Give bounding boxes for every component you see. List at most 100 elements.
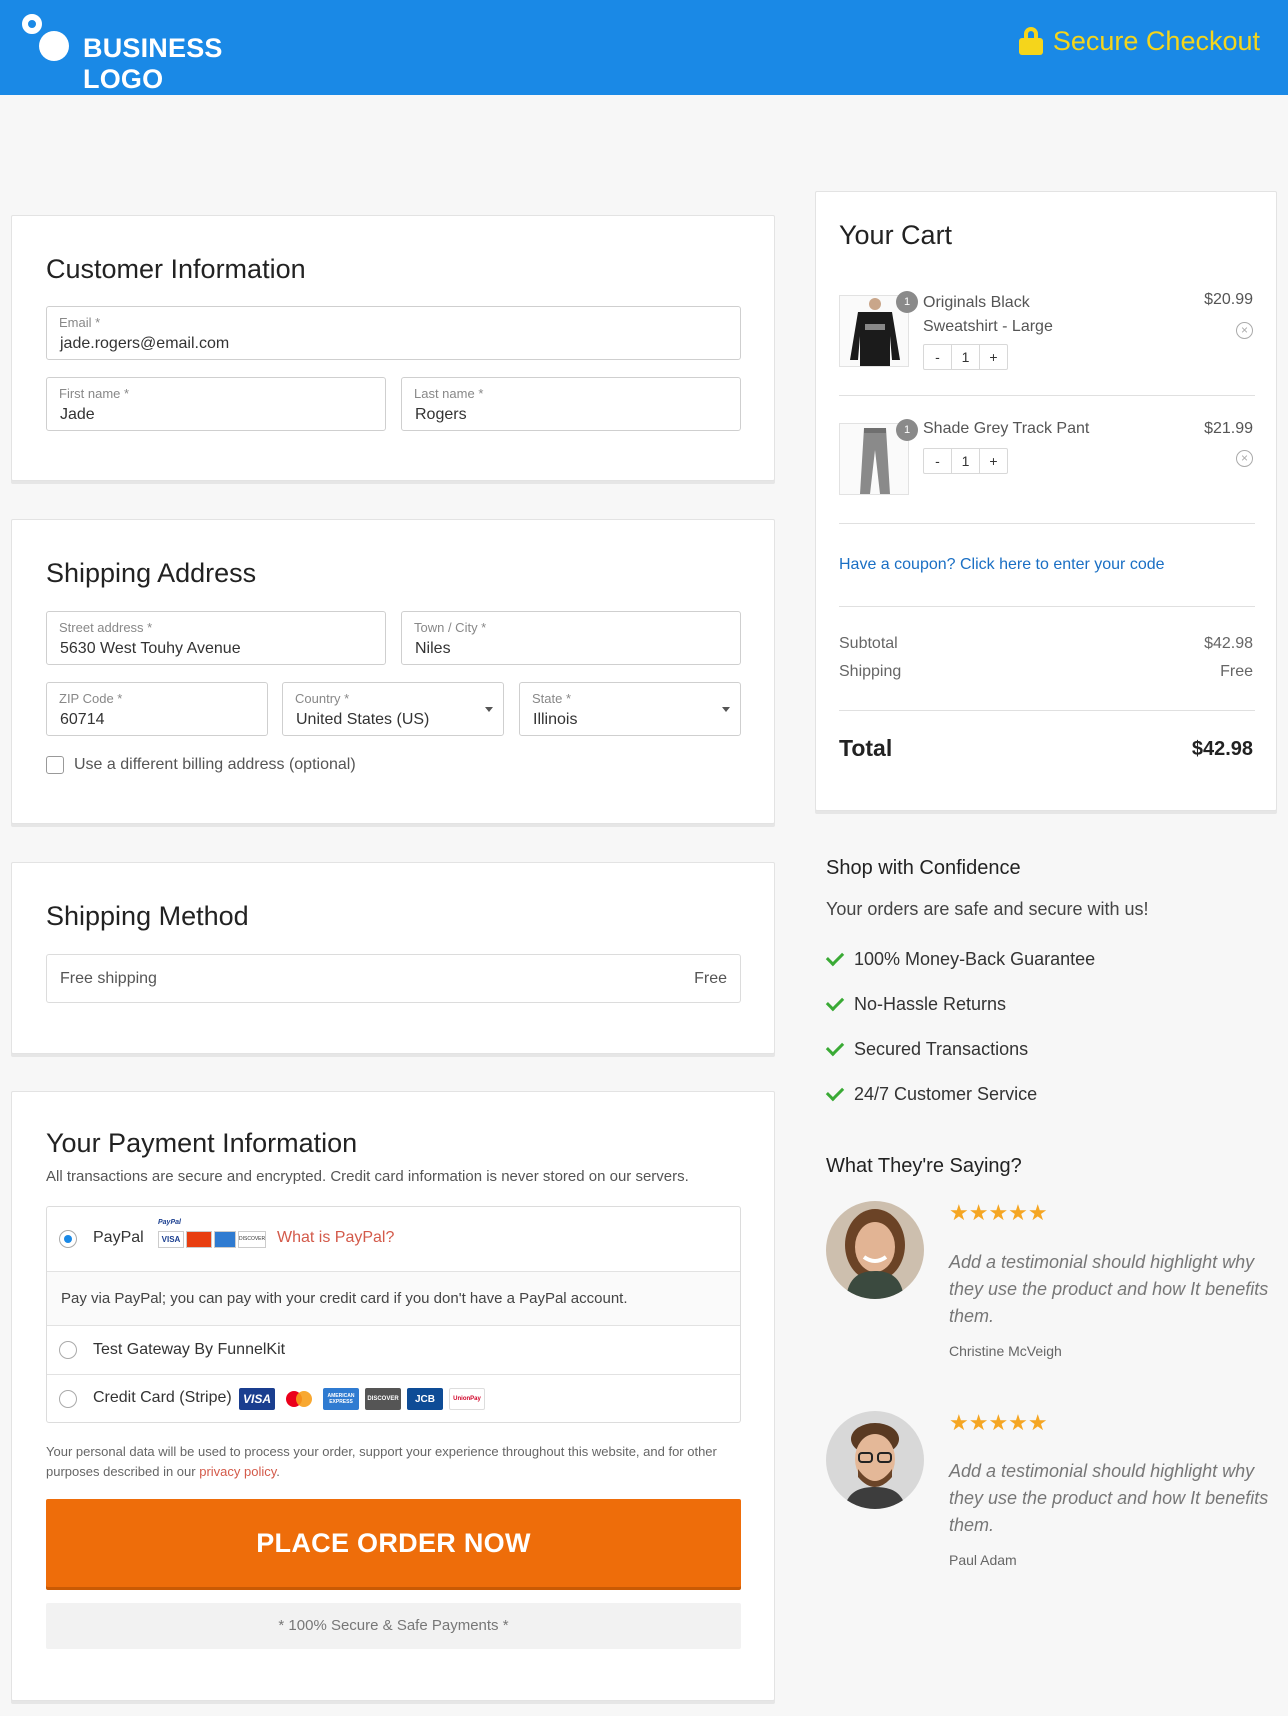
quantity-stepper[interactable]: - 1 + [923,448,1008,474]
quantity-value[interactable]: 1 [951,345,980,369]
last-name-field[interactable]: Last name * Rogers [401,377,741,431]
city-value: Niles [415,640,451,657]
cart-item-quantity-badge: 1 [896,419,918,441]
payment-option-stripe[interactable]: Credit Card (Stripe) VISA AMERICAN EXPRE… [47,1375,740,1423]
zip-field[interactable]: ZIP Code * 60714 [46,682,268,736]
payment-option-paypal[interactable]: PayPal PayPal VISA DISCOVER What is PayP… [47,1207,740,1272]
testimonial-author: Paul Adam [949,1552,1017,1568]
quantity-value[interactable]: 1 [951,449,980,473]
remove-item-icon[interactable]: × [1236,450,1253,467]
section-title-payment: Your Payment Information [46,1128,358,1158]
what-is-paypal-link[interactable]: What is PayPal? [277,1229,394,1247]
shipping-option-free[interactable]: Free shipping Free [46,954,741,1003]
city-field[interactable]: Town / City * Niles [401,611,741,665]
country-value: United States (US) [296,711,430,728]
privacy-text: Your personal data will be used to proce… [46,1444,717,1479]
street-address-label: Street address * [59,620,153,635]
privacy-text-end: . [276,1464,280,1479]
discover-card-icon: DISCOVER [365,1388,401,1410]
check-icon [825,1037,845,1057]
total-value: $42.98 [1191,738,1253,760]
avatar [826,1201,924,1299]
cart-divider [839,395,1255,396]
paypal-brand-text: PayPal [158,1219,181,1226]
cart-item-price: $20.99 [1204,291,1253,308]
email-label: Email * [59,315,101,330]
cart-item-quantity-badge: 1 [896,291,918,313]
amex-mini-icon [214,1231,236,1248]
decrease-quantity-button[interactable]: - [924,345,951,369]
cart-divider [839,523,1255,524]
decrease-quantity-button[interactable]: - [924,449,951,473]
avatar [826,1411,924,1509]
paypal-description: Pay via PayPal; you can pay with your cr… [47,1272,740,1326]
lock-icon [1018,27,1043,55]
cart-title: Your Cart [839,220,953,250]
state-value: Illinois [533,711,578,728]
stripe-radio[interactable] [59,1390,77,1408]
country-label: Country * [295,691,350,706]
confidence-subtitle: Your orders are safe and secure with us! [826,899,1149,919]
stripe-label: Credit Card (Stripe) [93,1389,232,1406]
rating-stars: ★★★★★ [949,1410,1048,1435]
secure-checkout-label: Secure Checkout [1052,25,1260,56]
state-label: State * [532,691,572,706]
cart-divider [839,606,1255,607]
place-order-button[interactable]: PLACE ORDER NOW [46,1499,741,1587]
section-title-customer: Customer Information [46,254,306,284]
check-icon [825,1082,845,1102]
zip-label: ZIP Code * [59,691,123,706]
secure-checkout-badge: Secure Checkout [1018,25,1260,56]
testimonials-title: What They're Saying? [826,1155,1022,1177]
jcb-card-icon: JCB [407,1388,443,1410]
testimonial-text: Add a testimonial should highlight why t… [949,1461,1269,1535]
first-name-value: Jade [60,406,95,423]
last-name-value: Rogers [415,406,467,423]
quantity-stepper[interactable]: - 1 + [923,344,1008,370]
section-title-shipping-method: Shipping Method [46,901,249,931]
amex-card-icon: AMERICAN EXPRESS [323,1388,359,1410]
logo-ring-icon [22,14,42,34]
rating-stars: ★★★★★ [949,1200,1048,1225]
subtotal-value: $42.98 [1204,635,1253,652]
paypal-description-text: Pay via PayPal; you can pay with your cr… [61,1290,628,1307]
mastercard-mini-icon [186,1231,212,1248]
first-name-field[interactable]: First name * Jade [46,377,386,431]
increase-quantity-button[interactable]: + [980,449,1007,473]
test-gateway-radio[interactable] [59,1341,77,1359]
visa-mini-icon: VISA [158,1231,184,1248]
remove-item-icon[interactable]: × [1236,322,1253,339]
total-label: Total [839,735,893,761]
shipping-option-label: Free shipping [60,970,157,987]
site-header: BUSINESS LOGO Secure Checkout [0,0,1288,95]
email-field[interactable]: Email * jade.rogers@email.com [46,306,741,360]
street-address-field[interactable]: Street address * 5630 West Touhy Avenue [46,611,386,665]
shipping-option-price: Free [694,970,727,987]
payment-option-test-gateway[interactable]: Test Gateway By FunnelKit [47,1326,740,1375]
billing-address-checkbox[interactable] [46,756,64,774]
privacy-policy-link[interactable]: privacy policy [199,1464,276,1479]
payment-methods: PayPal PayPal VISA DISCOVER What is PayP… [46,1206,741,1423]
paypal-radio[interactable] [59,1230,77,1248]
test-gateway-label: Test Gateway By FunnelKit [93,1341,286,1358]
confidence-item: No-Hassle Returns [854,994,1007,1014]
privacy-notice: Your personal data will be used to proce… [46,1442,746,1482]
business-logo[interactable]: BUSINESS LOGO [22,14,302,94]
paypal-label: PayPal [93,1229,144,1246]
logo-text: BUSINESS LOGO [83,33,223,94]
country-select[interactable]: Country * United States (US) [282,682,504,736]
confidence-item: Secured Transactions [854,1039,1029,1059]
increase-quantity-button[interactable]: + [980,345,1007,369]
confidence-title: Shop with Confidence [826,857,1021,879]
testimonial-author: Christine McVeigh [949,1343,1062,1359]
mastercard-icon [281,1388,317,1410]
cart-item-name-line1: Originals Black [923,294,1030,311]
discover-mini-icon: DISCOVER [238,1231,266,1248]
email-value: jade.rogers@email.com [60,335,230,352]
unionpay-card-icon: UnionPay [449,1388,485,1410]
coupon-link[interactable]: Have a coupon? Click here to enter your … [839,556,1165,574]
billing-address-label[interactable]: Use a different billing address (optiona… [74,756,356,774]
confidence-item: 100% Money-Back Guarantee [854,949,1096,969]
state-select[interactable]: State * Illinois [519,682,741,736]
visa-card-icon: VISA [239,1388,275,1410]
